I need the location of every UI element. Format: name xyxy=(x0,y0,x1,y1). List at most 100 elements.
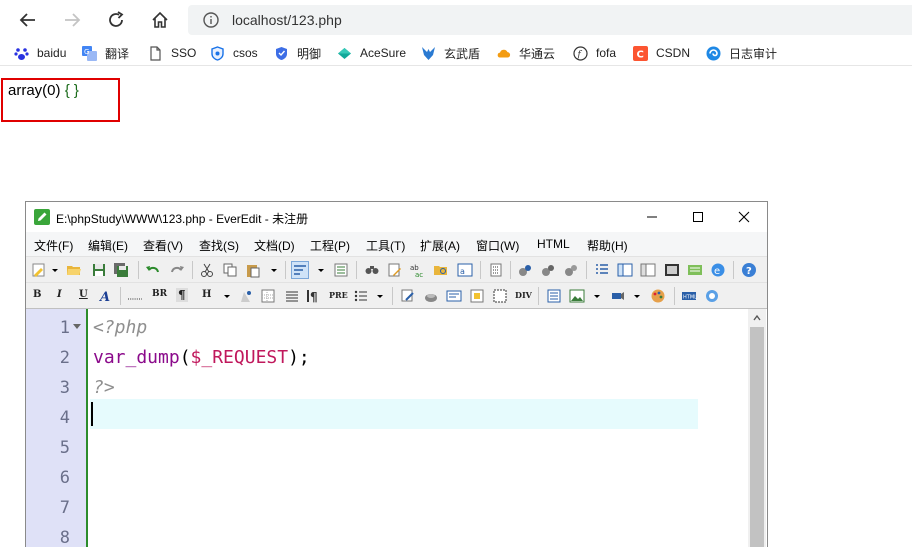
heading-button[interactable]: H xyxy=(202,289,211,300)
minimize-button[interactable] xyxy=(629,202,675,232)
paste-icon[interactable] xyxy=(245,262,261,278)
code-editor[interactable]: 1 2 3 4 5 6 7 8 <?php var_dump($_REQUEST… xyxy=(26,308,767,547)
br-button[interactable]: BR xyxy=(152,289,167,299)
dropdown-arrow-icon[interactable] xyxy=(222,288,232,304)
undo-icon[interactable] xyxy=(145,262,161,278)
menu-extensions[interactable]: 扩展(A) xyxy=(420,237,460,254)
macro-play-icon[interactable] xyxy=(540,262,556,278)
bookmark-mingyu[interactable]: 明御 xyxy=(274,44,321,62)
bookmark-baidu[interactable]: baidu xyxy=(14,44,66,62)
back-button[interactable] xyxy=(14,6,42,34)
css-icon[interactable] xyxy=(546,288,562,304)
bookmark-csos[interactable]: csos xyxy=(210,44,258,62)
menu-view[interactable]: 查看(V) xyxy=(143,237,183,254)
fullscreen-icon[interactable] xyxy=(664,262,680,278)
menu-window[interactable]: 窗口(W) xyxy=(476,237,519,254)
info-icon[interactable] xyxy=(202,11,220,29)
preview-icon[interactable] xyxy=(704,288,720,304)
address-bar[interactable]: localhost/123.php xyxy=(188,5,912,35)
home-button[interactable] xyxy=(146,6,174,34)
menu-file[interactable]: 文件(F) xyxy=(34,237,73,254)
div-button[interactable]: DIV xyxy=(515,290,532,300)
fold-arrow-icon[interactable] xyxy=(73,324,81,329)
bullet-list-icon[interactable] xyxy=(353,288,369,304)
bookmark-translate[interactable]: G 翻译 xyxy=(82,44,129,62)
bookmark-log-audit[interactable]: 日志审计 xyxy=(706,44,777,62)
url-text[interactable]: localhost/123.php xyxy=(232,12,342,28)
vertical-scrollbar[interactable] xyxy=(748,309,766,547)
dropdown-arrow-icon[interactable] xyxy=(50,262,60,278)
select-icon[interactable] xyxy=(492,288,508,304)
menu-document[interactable]: 文档(D) xyxy=(254,237,295,254)
anchor-icon[interactable] xyxy=(423,288,439,304)
split-vertical-icon[interactable] xyxy=(617,262,633,278)
dropdown-arrow-icon[interactable] xyxy=(316,262,326,278)
bookmark-fofa[interactable]: f fofa xyxy=(573,44,616,62)
media-icon[interactable] xyxy=(610,288,626,304)
bookmark-sso[interactable]: SSO xyxy=(148,44,196,62)
column-mode-icon[interactable] xyxy=(488,262,504,278)
macro-settings-icon[interactable] xyxy=(563,262,579,278)
list-view-icon[interactable] xyxy=(594,262,610,278)
bookmark-huatongyun[interactable]: 华通云 xyxy=(496,44,555,62)
menu-search[interactable]: 查找(S) xyxy=(199,237,239,254)
paragraph-mark-icon[interactable]: ¶ xyxy=(305,288,321,304)
nbsp-icon[interactable] xyxy=(127,288,143,304)
replace-in-folder-icon[interactable]: a xyxy=(457,262,473,278)
bold-button[interactable]: B xyxy=(33,289,41,300)
bookmark-xuanwudun[interactable]: 玄武盾 xyxy=(421,44,480,62)
dropdown-arrow-icon[interactable] xyxy=(632,288,642,304)
menu-html[interactable]: HTML xyxy=(537,237,570,251)
replace-icon[interactable]: abac xyxy=(410,262,426,278)
find-in-file-icon[interactable] xyxy=(387,262,403,278)
dropdown-arrow-icon[interactable] xyxy=(592,288,602,304)
maximize-button[interactable] xyxy=(675,202,721,232)
dropdown-arrow-icon[interactable] xyxy=(269,262,279,278)
menu-help[interactable]: 帮助(H) xyxy=(587,237,628,254)
forward-button[interactable] xyxy=(58,6,86,34)
pre-button[interactable]: PRE xyxy=(329,290,348,300)
italic-button[interactable]: I xyxy=(57,289,62,300)
document-list-icon[interactable] xyxy=(333,262,349,278)
bookmark-csdn[interactable]: C CSDN xyxy=(633,44,690,62)
scrollbar-thumb[interactable] xyxy=(750,327,764,547)
link-icon[interactable] xyxy=(400,288,416,304)
help-icon[interactable]: ? xyxy=(741,262,757,278)
code-line-1[interactable]: <?php xyxy=(93,317,147,338)
input-icon[interactable] xyxy=(469,288,485,304)
redo-icon[interactable] xyxy=(169,262,185,278)
paragraph-button[interactable]: ¶ xyxy=(176,288,188,302)
image-icon[interactable] xyxy=(569,288,585,304)
cut-icon[interactable] xyxy=(199,262,215,278)
scroll-up-button[interactable] xyxy=(748,309,766,327)
reload-button[interactable] xyxy=(102,6,130,34)
menu-project[interactable]: 工程(P) xyxy=(310,237,350,254)
underline-button[interactable]: U xyxy=(79,289,88,300)
font-color-icon[interactable]: A xyxy=(98,288,114,304)
find-icon[interactable] xyxy=(364,262,380,278)
table-icon[interactable] xyxy=(260,288,276,304)
code-line-3[interactable]: ?> xyxy=(93,377,115,398)
align-icon[interactable] xyxy=(284,288,300,304)
word-wrap-icon[interactable] xyxy=(291,261,309,279)
html-icon[interactable]: HTML xyxy=(681,288,697,304)
everedit-titlebar[interactable]: E:\phpStudy\WWW\123.php - EverEdit - 未注册 xyxy=(26,202,767,232)
hex-view-icon[interactable] xyxy=(687,262,703,278)
menu-edit[interactable]: 编辑(E) xyxy=(88,237,128,254)
dropdown-arrow-icon[interactable] xyxy=(375,288,385,304)
menu-tools[interactable]: 工具(T) xyxy=(366,237,405,254)
open-folder-icon[interactable] xyxy=(66,262,82,278)
code-line-2[interactable]: var_dump($_REQUEST); xyxy=(93,347,310,368)
new-file-icon[interactable] xyxy=(31,262,47,278)
find-in-folder-icon[interactable] xyxy=(433,262,449,278)
form-icon[interactable] xyxy=(446,288,462,304)
color-palette-icon[interactable] xyxy=(650,288,666,304)
browser-preview-icon[interactable]: e xyxy=(710,262,726,278)
bookmark-acesure[interactable]: AceSure xyxy=(337,44,406,62)
save-all-icon[interactable] xyxy=(113,262,129,278)
save-icon[interactable] xyxy=(91,262,107,278)
close-button[interactable] xyxy=(721,202,767,232)
split-horizontal-icon[interactable] xyxy=(640,262,656,278)
macro-record-icon[interactable] xyxy=(517,262,533,278)
insert-image-icon[interactable] xyxy=(238,288,254,304)
